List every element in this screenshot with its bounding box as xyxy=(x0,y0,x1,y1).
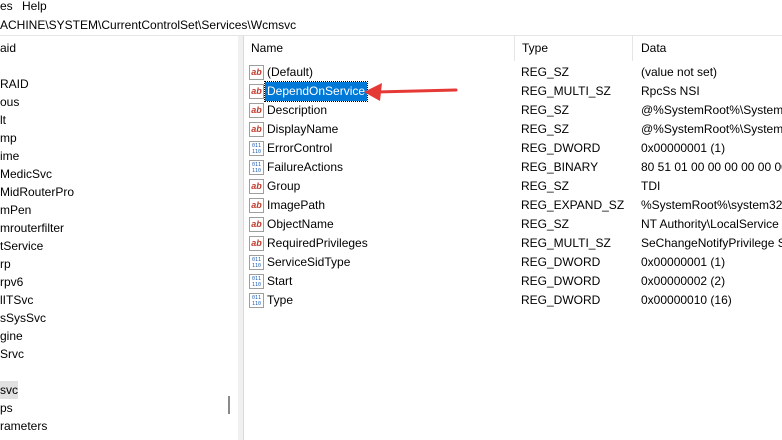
value-name[interactable]: Group xyxy=(267,177,300,196)
value-name[interactable]: DisplayName xyxy=(267,120,338,139)
value-name[interactable]: ObjectName xyxy=(267,215,334,234)
tree-item[interactable]: mrouterfilter xyxy=(0,219,64,237)
string-value-icon: ab xyxy=(249,103,264,118)
value-name[interactable]: RequiredPrivileges xyxy=(267,234,368,253)
column-divider[interactable] xyxy=(514,36,515,61)
value-data: %SystemRoot%\system32\ xyxy=(641,198,782,212)
tree-item[interactable]: ime xyxy=(0,147,19,165)
value-type: REG_EXPAND_SZ xyxy=(521,198,625,212)
tree-scrollbar-thumb[interactable] xyxy=(228,396,230,414)
table-row[interactable]: ab Description REG_SZ @%SystemRoot%\System xyxy=(244,101,782,120)
address-path[interactable]: ACHINE\SYSTEM\CurrentControlSet\Services… xyxy=(0,18,296,32)
column-header-name[interactable]: Name xyxy=(251,36,283,61)
column-header-data[interactable]: Data xyxy=(641,36,666,61)
value-type: REG_DWORD xyxy=(521,293,601,307)
value-name[interactable]: Description xyxy=(267,101,327,120)
value-name[interactable]: ServiceSidType xyxy=(267,253,350,272)
value-name[interactable]: Start xyxy=(267,272,292,291)
table-row[interactable]: 011 110 Type REG_DWORD 0x00000010 (16) xyxy=(244,291,782,310)
tree-item[interactable]: gine xyxy=(0,327,23,345)
value-data: (value not set) xyxy=(641,65,718,79)
value-data: RpcSs NSI xyxy=(641,84,700,98)
table-row[interactable]: ab (Default) REG_SZ (value not set) xyxy=(244,63,782,82)
value-data: TDI xyxy=(641,179,661,193)
tree-item[interactable]: MidRouterPro xyxy=(0,183,74,201)
tree-item[interactable]: sSysSvc xyxy=(0,309,46,327)
binary-value-icon: 011 110 xyxy=(249,274,264,289)
tree-item[interactable]: rpv6 xyxy=(0,273,23,291)
string-value-icon: ab xyxy=(249,198,264,213)
binary-value-icon: 011 110 xyxy=(249,141,264,156)
tree-item[interactable]: RAID xyxy=(0,75,29,93)
string-value-icon: ab xyxy=(249,179,264,194)
tree-item[interactable]: ps xyxy=(0,399,13,417)
value-name[interactable]: DependOnService xyxy=(263,81,369,102)
value-type: REG_MULTI_SZ xyxy=(521,84,611,98)
tree-item[interactable]: Srvc xyxy=(0,345,24,363)
value-name[interactable]: FailureActions xyxy=(267,158,343,177)
table-row[interactable]: 011 110 ServiceSidType REG_DWORD 0x00000001 … xyxy=(244,253,782,272)
table-row[interactable]: ab DependOnService REG_MULTI_SZ RpcSs NSI xyxy=(244,81,782,102)
string-value-icon: ab xyxy=(249,122,264,137)
table-row[interactable]: ab RequiredPrivileges REG_MULTI_SZ SeChange… xyxy=(244,234,782,253)
value-data: 0x00000002 (2) xyxy=(641,274,726,288)
column-header-type[interactable]: Type xyxy=(522,36,548,61)
tree-item-selected[interactable]: svc xyxy=(0,381,18,399)
value-name[interactable]: (Default) xyxy=(267,63,313,82)
value-data: 0x00000010 (16) xyxy=(641,293,732,307)
value-type: REG_SZ xyxy=(521,179,570,193)
tree-item[interactable]: lt xyxy=(0,111,6,129)
tree-item[interactable]: rp xyxy=(0,255,11,273)
menu-bar: es Help xyxy=(0,0,782,15)
value-data: @%SystemRoot%\System xyxy=(641,122,782,136)
value-data: @%SystemRoot%\System xyxy=(641,103,782,117)
table-row[interactable]: ab ImagePath REG_EXPAND_SZ %SystemRoot%\sys… xyxy=(244,196,782,215)
binary-value-icon: 011 110 xyxy=(249,293,264,308)
table-row[interactable]: 011 110 ErrorControl REG_DWORD 0x00000001 (1… xyxy=(244,139,782,158)
table-row[interactable]: ab DisplayName REG_SZ @%SystemRoot%\System xyxy=(244,120,782,139)
values-list-pane: Name Type Data ab (Default) REG_SZ (value n… xyxy=(244,36,782,440)
value-data: 0x00000001 (1) xyxy=(641,141,726,155)
value-data: NT Authority\LocalService xyxy=(641,217,779,231)
value-data: 80 51 01 00 00 00 00 00 00 ( xyxy=(641,160,782,174)
value-type: REG_SZ xyxy=(521,217,570,231)
value-type: REG_BINARY xyxy=(521,160,599,174)
string-value-icon: ab xyxy=(249,217,264,232)
tree-item[interactable]: mp xyxy=(0,129,17,147)
value-name[interactable]: Type xyxy=(267,291,293,310)
table-row[interactable]: ab ObjectName REG_SZ NT Authority\LocalServ… xyxy=(244,215,782,234)
tree-item[interactable]: aid xyxy=(0,39,16,57)
binary-value-icon: 011 110 xyxy=(249,160,264,175)
menu-item-help[interactable]: Help xyxy=(22,0,47,13)
annotation-arrow-icon xyxy=(364,83,458,101)
value-name[interactable]: ImagePath xyxy=(267,196,325,215)
string-value-icon: ab xyxy=(249,84,264,99)
address-bar[interactable]: ACHINE\SYSTEM\CurrentControlSet\Services… xyxy=(0,15,782,36)
tree-item[interactable]: rameters xyxy=(0,417,47,435)
string-value-icon: ab xyxy=(249,65,264,80)
value-type: REG_DWORD xyxy=(521,274,601,288)
tree-item[interactable]: mPen xyxy=(0,201,31,219)
value-type: REG_SZ xyxy=(521,122,570,136)
value-data: 0x00000001 (1) xyxy=(641,255,726,269)
table-row[interactable]: ab Group REG_SZ TDI xyxy=(244,177,782,196)
menu-item-favorites[interactable]: es xyxy=(0,0,13,13)
value-name[interactable]: ErrorControl xyxy=(267,139,332,158)
string-value-icon: ab xyxy=(249,236,264,251)
value-type: REG_DWORD xyxy=(521,141,601,155)
tree-item[interactable]: lITSvc xyxy=(0,291,33,309)
tree-item[interactable]: ous xyxy=(0,93,19,111)
key-tree-pane: aid RAID ous lt mp ime MedicSvc MidRoute… xyxy=(0,36,238,440)
value-type: REG_DWORD xyxy=(521,255,601,269)
column-divider[interactable] xyxy=(632,36,633,61)
binary-value-icon: 011 110 xyxy=(249,255,264,270)
tree-item[interactable]: MedicSvc xyxy=(0,165,52,183)
value-type: REG_MULTI_SZ xyxy=(521,236,611,250)
value-type: REG_SZ xyxy=(521,103,570,117)
table-row[interactable]: 011 110 Start REG_DWORD 0x00000002 (2) xyxy=(244,272,782,291)
tree-item[interactable]: tService xyxy=(0,237,43,255)
value-type: REG_SZ xyxy=(521,65,570,79)
value-data: SeChangeNotifyPrivilege S xyxy=(641,236,782,250)
table-row[interactable]: 011 110 FailureActions REG_BINARY 80 51 01 0… xyxy=(244,158,782,177)
